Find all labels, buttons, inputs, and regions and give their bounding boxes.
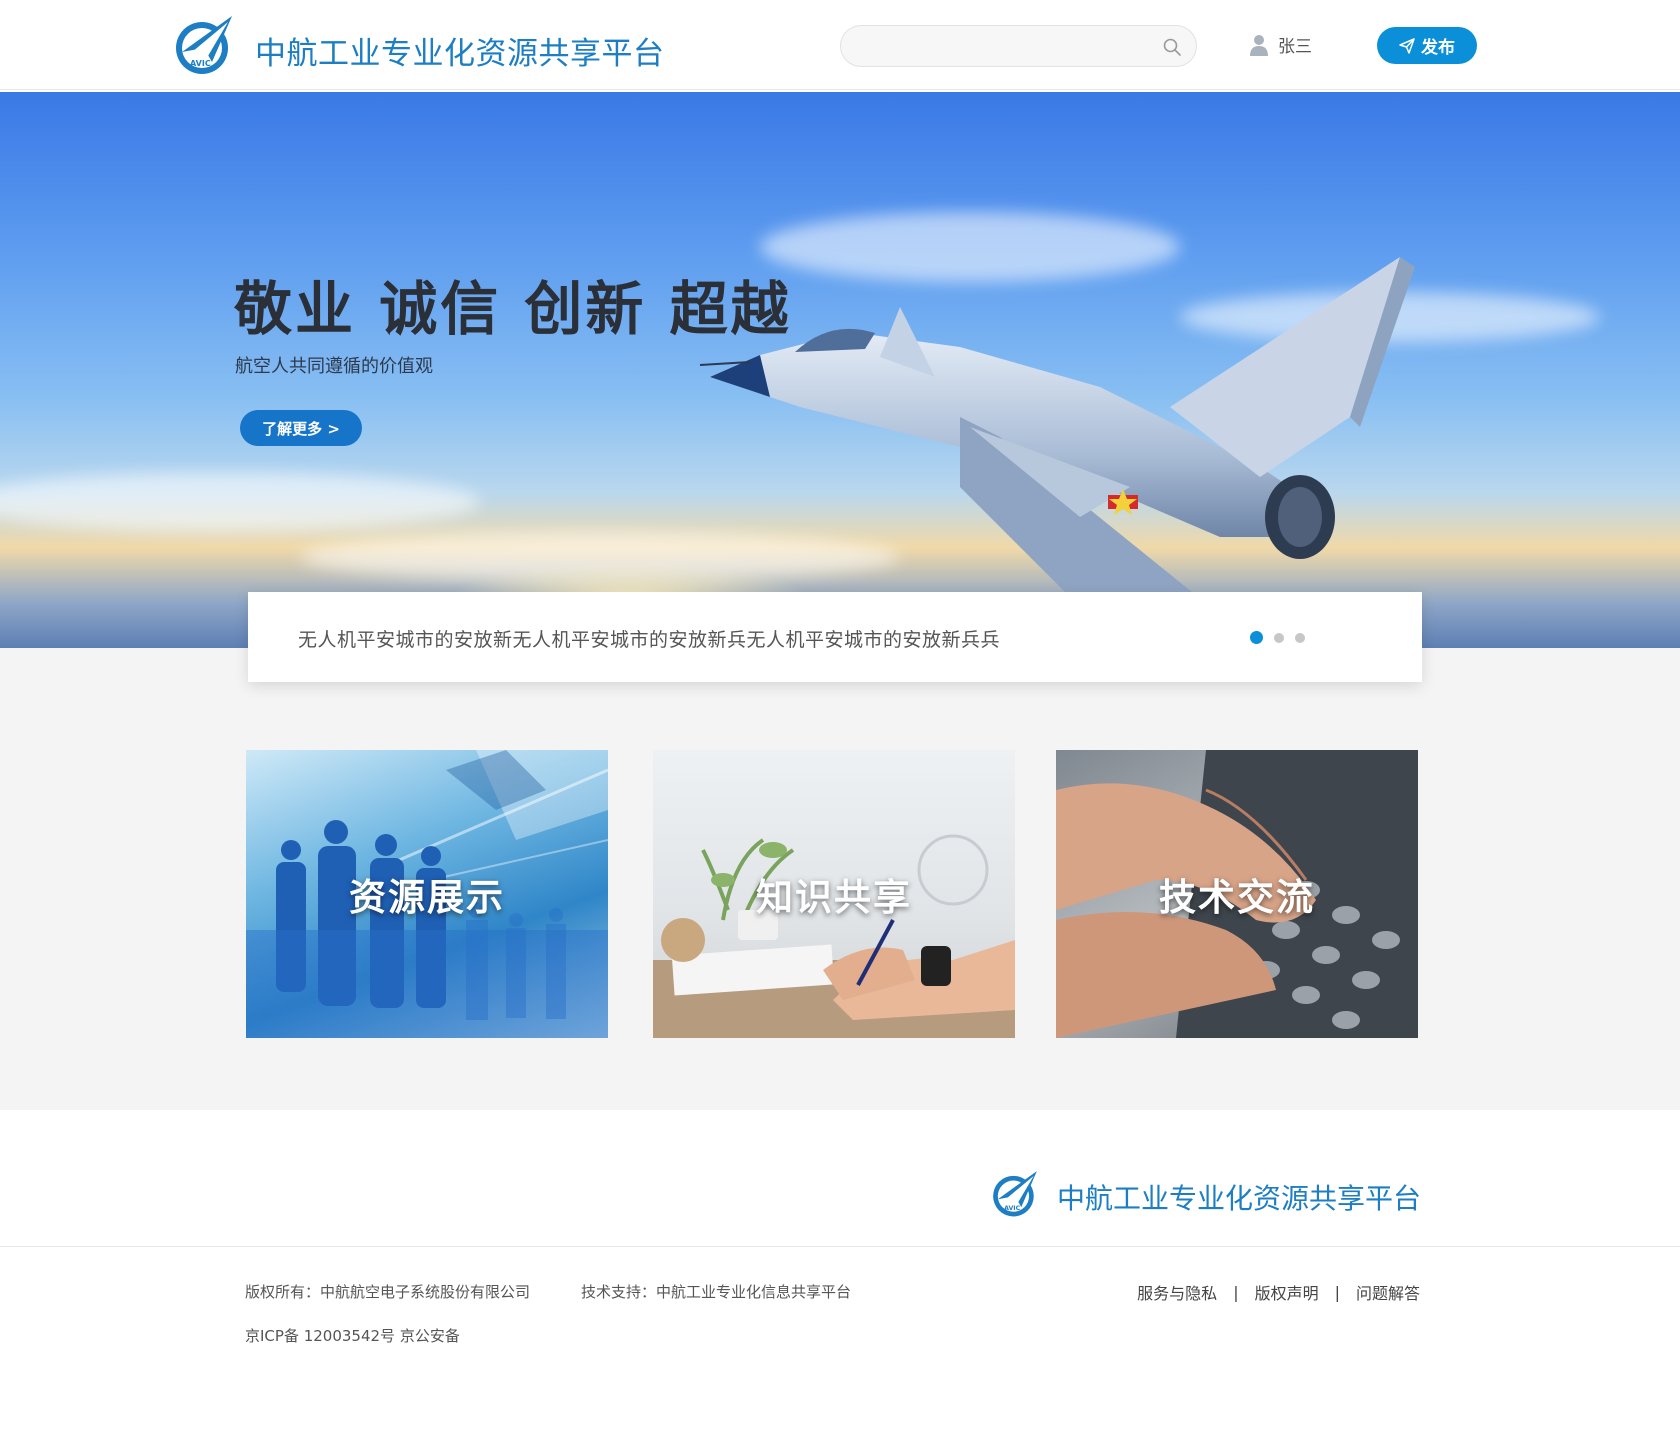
svg-text:AVIC: AVIC xyxy=(190,59,211,68)
footer-divider xyxy=(0,1246,1680,1247)
cloud xyxy=(0,472,480,532)
footer-link-separator: | xyxy=(1334,1282,1340,1302)
notice-bar: 无人机平安城市的安放新无人机平安城市的安放新兵无人机平安城市的安放新兵兵 xyxy=(248,592,1422,682)
search-icon[interactable] xyxy=(1162,37,1182,57)
avic-logo-icon: AVIC xyxy=(993,1171,1037,1217)
card-title: 资源展示 xyxy=(349,876,505,919)
user-icon xyxy=(1250,34,1268,56)
notice-text[interactable]: 无人机平安城市的安放新无人机平安城市的安放新兵无人机平安城市的安放新兵兵 xyxy=(298,625,1000,652)
fighter-jet-image xyxy=(700,257,1415,647)
banner-subtitle: 航空人共同遵循的价值观 xyxy=(235,356,433,377)
carousel-dot-3[interactable] xyxy=(1295,632,1305,643)
publish-label: 发布 xyxy=(1421,38,1455,58)
avic-logo-icon[interactable]: AVIC xyxy=(172,12,236,76)
paper-plane-icon xyxy=(1399,37,1415,54)
search-input[interactable] xyxy=(859,26,1149,66)
svg-text:AVIC: AVIC xyxy=(1004,1205,1021,1212)
footer-link-faq[interactable]: 问题解答 xyxy=(1356,1280,1420,1304)
card-knowledge-sharing[interactable]: 知识共享 xyxy=(653,750,1015,1038)
user-menu[interactable]: 张三 xyxy=(1250,32,1312,57)
hero-banner: 敬业 诚信 创新 超越 航空人共同遵循的价值观 了解更多 > xyxy=(0,92,1680,648)
site-title[interactable]: 中航工业专业化资源共享平台 xyxy=(255,28,665,73)
footer-link-copyright[interactable]: 版权声明 xyxy=(1255,1280,1319,1304)
carousel-dot-1[interactable] xyxy=(1250,631,1263,644)
card-resource-showcase[interactable]: 资源展示 xyxy=(246,750,608,1038)
carousel-dots xyxy=(1250,631,1305,644)
footer-icp: 京ICP备 12003542号 京公安备 xyxy=(245,1327,460,1345)
footer-link-privacy[interactable]: 服务与隐私 xyxy=(1137,1280,1217,1304)
publish-button[interactable]: 发布 xyxy=(1377,27,1477,64)
card-title: 技术交流 xyxy=(1159,876,1315,919)
footer-copyright: 版权所有：中航航空电子系统股份有限公司 xyxy=(245,1283,531,1301)
card-title: 知识共享 xyxy=(756,876,912,919)
search-box[interactable] xyxy=(840,25,1197,67)
site-header: AVIC 中航工业专业化资源共享平台 张三 发布 xyxy=(0,0,1680,90)
learn-more-button[interactable]: 了解更多 > xyxy=(240,410,362,446)
footer-brand: 中航工业专业化资源共享平台 xyxy=(1057,1182,1422,1215)
user-name: 张三 xyxy=(1278,37,1312,57)
card-tech-exchange[interactable]: 技术交流 xyxy=(1056,750,1418,1038)
footer-tech-support: 技术支持：中航工业专业化信息共享平台 xyxy=(581,1283,852,1301)
footer-link-separator: | xyxy=(1233,1282,1239,1302)
carousel-dot-2[interactable] xyxy=(1274,632,1284,643)
footer-links: 服务与隐私 | 版权声明 | 问题解答 xyxy=(1137,1280,1420,1304)
